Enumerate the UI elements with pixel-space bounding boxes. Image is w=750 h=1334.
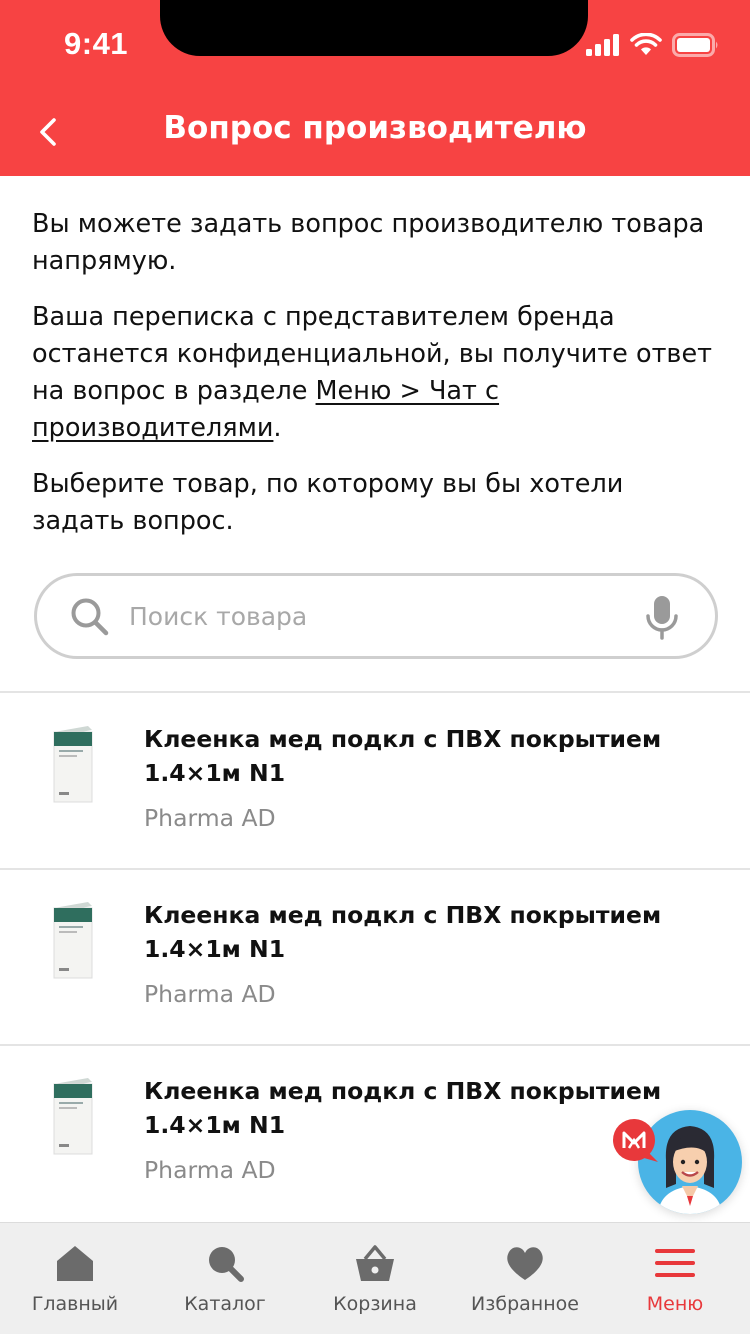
intro-text: Вы можете задать вопрос производителю то… (32, 206, 722, 559)
tab-home[interactable]: Главный (0, 1223, 150, 1334)
list-divider (0, 691, 750, 693)
product-brand: Pharma AD (144, 1156, 276, 1184)
signal-icon (586, 34, 619, 56)
battery-icon (672, 33, 718, 57)
product-item-1[interactable]: Клеенка мед подкл с ПВХ покрытием 1.4×1м… (0, 694, 750, 868)
product-brand: Pharma AD (144, 804, 276, 832)
page-title: Вопрос производителю (163, 110, 587, 146)
tab-label: Главный (31, 1293, 119, 1315)
heart-icon (507, 1247, 543, 1280)
bottom-tab-bar: Главный Каталог Корзина Избранное Меню (0, 1222, 750, 1334)
search-input[interactable] (129, 590, 629, 642)
wifi-icon (630, 33, 662, 55)
product-thumbnail (53, 726, 93, 803)
home-icon (57, 1246, 93, 1281)
intro-paragraph-3: Выберите товар, по которому вы бы хотели… (32, 469, 624, 536)
tab-label: Каталог (184, 1293, 266, 1315)
intro-text-after-link: . (273, 413, 282, 443)
device-notch (160, 0, 588, 56)
product-brand: Pharma AD (144, 980, 276, 1008)
tab-label: Меню (646, 1293, 704, 1315)
tab-cart[interactable]: Корзина (300, 1223, 450, 1334)
tab-favorites[interactable]: Избранное (450, 1223, 600, 1334)
microphone-icon[interactable] (645, 594, 679, 642)
status-icons (586, 32, 720, 58)
product-name: Клеенка мед подкл с ПВХ покрытием 1.4×1м… (144, 725, 662, 787)
search-icon (209, 1247, 244, 1282)
status-time: 9:41 (64, 26, 129, 61)
intro-paragraph-2: Ваша переписка с представителем бренда о… (32, 299, 722, 447)
menu-icon (655, 1249, 695, 1277)
tab-menu[interactable]: Меню (600, 1223, 750, 1334)
product-name: Клеенка мед подкл с ПВХ покрытием 1.4×1м… (144, 901, 662, 963)
product-thumbnail (53, 902, 93, 979)
search-icon (71, 598, 109, 636)
chat-badge-icon[interactable] (612, 1118, 658, 1164)
product-item-2[interactable]: Клеенка мед подкл с ПВХ покрытием 1.4×1м… (0, 870, 750, 1044)
tab-label: Корзина (333, 1293, 417, 1315)
intro-paragraph-1: Вы можете задать вопрос производителю то… (32, 209, 705, 276)
tab-catalog[interactable]: Каталог (150, 1223, 300, 1334)
product-thumbnail (53, 1078, 93, 1155)
search-bar[interactable] (34, 573, 718, 659)
tab-label: Избранное (471, 1293, 579, 1315)
app-header: 9:41 Вопрос производителю (0, 0, 750, 176)
basket-icon (356, 1245, 394, 1281)
